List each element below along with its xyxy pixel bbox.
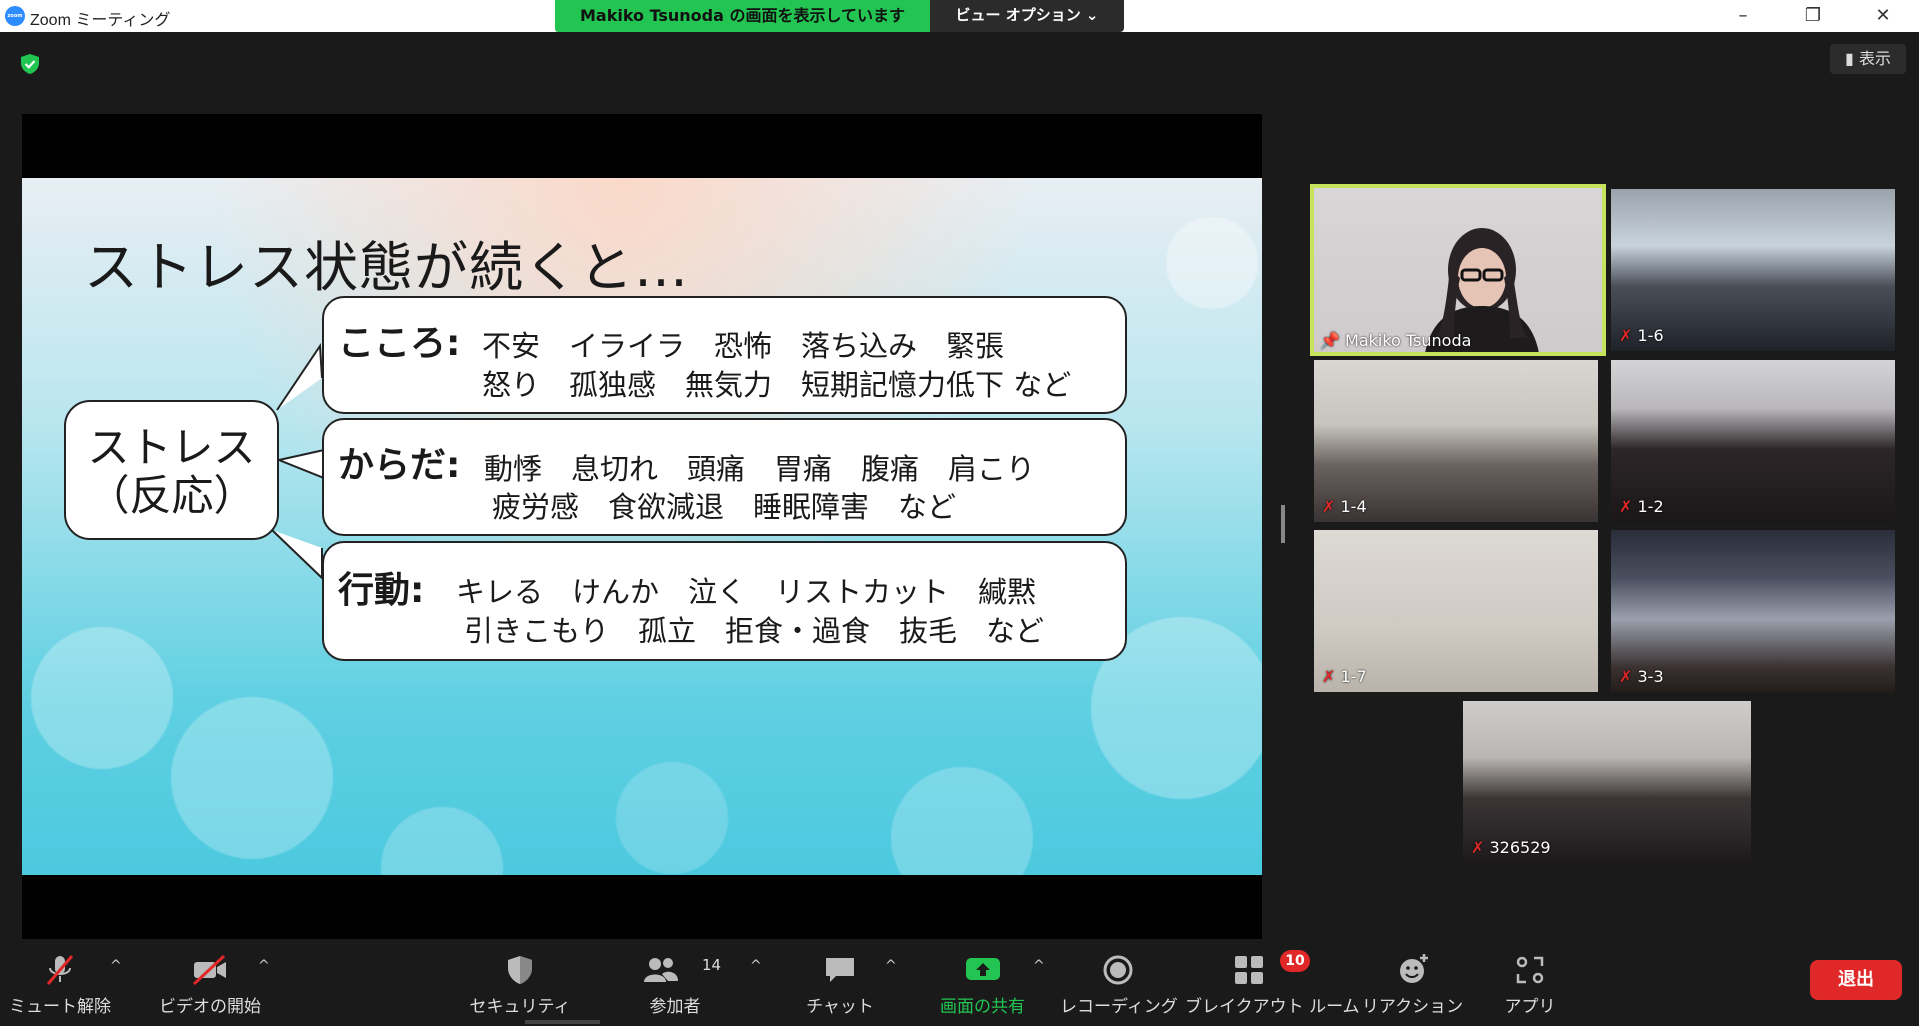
recording-button[interactable]: レコーディング [1060, 940, 1178, 1026]
apps-icon [1516, 956, 1544, 984]
unmute-label: ミュート解除 [9, 997, 111, 1017]
koudou-label: 行動: [338, 570, 425, 611]
karada-line-1: 動悸 息切れ 頭痛 胃痛 腹痛 肩こり [484, 452, 1036, 486]
chat-label: チャット [806, 997, 874, 1017]
start-video-label: ビデオの開始 [159, 997, 261, 1017]
participants-label: 参加者 [649, 997, 701, 1017]
karada-line-2: 疲労感 食欲減退 睡眠障害 など [492, 490, 957, 524]
video-tile-326529[interactable]: ✗ 326529 [1463, 701, 1751, 863]
apps-label: アプリ [1504, 997, 1556, 1017]
security-button[interactable]: セキュリティ [460, 940, 580, 1026]
leave-button[interactable]: 退出 [1810, 960, 1902, 1000]
kokoro-label: こころ: [338, 323, 461, 364]
participant-name: ✗ 1-2 [1619, 497, 1664, 516]
chat-bubble-icon [826, 958, 854, 982]
share-screen-label: 画面の共有 [940, 997, 1025, 1017]
view-toggle-button[interactable]: ▮ 表示 [1830, 44, 1906, 74]
meeting-toolbar: ミュート解除 ^ ビデオの開始 ^ セキュリティ 14 参加者 ^ チャット ^… [0, 940, 1919, 1026]
participant-name: ✗ 1-7 [1322, 667, 1367, 686]
participants-button[interactable]: 14 参加者 [620, 940, 730, 1026]
kokoro-bubble: こころ: 不安 イライラ 恐怖 落ち込み 緊張 怒り 孤独感 無気力 短期記憶力… [322, 296, 1127, 414]
apps-button[interactable]: アプリ [1480, 940, 1580, 1026]
shared-screen: ストレス状態が続くと… ストレス （反応） こころ: 不安 イライラ 恐怖 落ち… [22, 114, 1262, 939]
reaction-smiley-icon [1399, 954, 1428, 983]
kokoro-line-2: 怒り 孤独感 無気力 短期記憶力低下 など [482, 368, 1072, 402]
chat-button[interactable]: チャット [785, 940, 895, 1026]
participants-count: 14 [702, 956, 722, 974]
kokoro-line-1: 不安 イライラ 恐怖 落ち込み 緊張 [482, 329, 1005, 363]
participants-icon [643, 958, 678, 982]
video-tile-makiko[interactable]: 📌 Makiko Tsunoda [1310, 184, 1606, 356]
stress-reaction-box: ストレス （反応） [64, 400, 279, 540]
breakout-count-badge: 10 [1280, 950, 1310, 972]
share-screen-button[interactable]: 画面の共有 [925, 940, 1040, 1026]
restore-button[interactable]: ❐ [1783, 0, 1843, 32]
video-options-caret[interactable]: ^ [258, 958, 270, 974]
participants-options-caret[interactable]: ^ [750, 958, 762, 974]
recording-label: レコーディング [1060, 997, 1178, 1017]
participant-name: 📌 Makiko Tsunoda [1320, 331, 1472, 350]
window-title: Zoom ミーティング [30, 12, 171, 29]
video-tile-3-3[interactable]: ✗ 3-3 [1611, 530, 1895, 692]
reactions-button[interactable]: リアクション [1355, 940, 1470, 1026]
title-bar: zoom Zoom ミーティング Makiko Tsunoda の画面を表示して… [0, 0, 1919, 32]
panel-resize-handle[interactable] [1281, 505, 1285, 543]
karada-label: からだ: [338, 445, 461, 486]
encryption-shield-icon[interactable] [18, 52, 42, 76]
muted-mic-icon: ✗ [1619, 667, 1633, 686]
video-tile-1-4[interactable]: ✗ 1-4 [1314, 360, 1598, 522]
view-options-button[interactable]: ビュー オプション ⌄ [930, 0, 1124, 32]
participant-name: ✗ 1-4 [1322, 497, 1367, 516]
muted-mic-icon: ✗ [1322, 497, 1336, 516]
reaction-label: （反応） [87, 471, 256, 520]
share-screen-icon [965, 958, 1000, 980]
unmute-button[interactable]: ミュート解除 [0, 940, 120, 1026]
audio-options-caret[interactable]: ^ [110, 958, 122, 974]
share-options-caret[interactable]: ^ [1033, 958, 1045, 974]
stress-label: ストレス [87, 423, 256, 472]
security-shield-icon [508, 956, 532, 984]
video-tile-1-2[interactable]: ✗ 1-2 [1611, 360, 1895, 522]
muted-mic-icon: ✗ [1471, 838, 1485, 857]
breakout-rooms-icon [1235, 956, 1263, 984]
record-icon [1103, 955, 1132, 985]
participant-name: ✗ 326529 [1471, 838, 1551, 857]
close-button[interactable]: ✕ [1853, 0, 1913, 32]
muted-mic-icon: ✗ [1619, 497, 1633, 516]
koudou-line-2: 引きこもり 孤立 拒食・過食 抜毛 など [464, 614, 1045, 648]
toolbar-scroll-indicator [525, 1020, 600, 1024]
video-camera-off-icon [192, 954, 226, 986]
reactions-label: リアクション [1361, 997, 1464, 1017]
muted-mic-icon: ✗ [1322, 667, 1336, 686]
participant-name: ✗ 3-3 [1619, 667, 1664, 686]
muted-mic-icon: ✗ [1619, 326, 1633, 345]
breakout-rooms-button[interactable]: ブレイクアウト ルーム [1185, 940, 1360, 1026]
breakout-rooms-label: ブレイクアウト ルーム [1185, 997, 1360, 1017]
presentation-slide: ストレス状態が続くと… ストレス （反応） こころ: 不安 イライラ 恐怖 落ち… [22, 178, 1262, 875]
pin-icon: 📌 [1320, 331, 1340, 350]
video-tile-1-7[interactable]: ✗ 1-7 [1314, 530, 1598, 692]
koudou-line-1: キレる けんか 泣く リストカット 緘黙 [456, 575, 1037, 609]
video-tile-1-6[interactable]: ✗ 1-6 [1611, 189, 1895, 351]
microphone-muted-icon [46, 955, 74, 985]
zoom-logo-icon: zoom [5, 6, 25, 26]
koudou-bubble: 行動: キレる けんか 泣く リストカット 緘黙 引きこもり 孤立 拒食・過食 … [322, 541, 1127, 661]
chat-options-caret[interactable]: ^ [885, 958, 897, 974]
start-video-button[interactable]: ビデオの開始 [145, 940, 275, 1026]
minimize-button[interactable]: – [1713, 0, 1773, 32]
screen-share-banner: Makiko Tsunoda の画面を表示しています [555, 0, 930, 32]
participant-name: ✗ 1-6 [1619, 326, 1664, 345]
karada-bubble: からだ: 動悸 息切れ 頭痛 胃痛 腹痛 肩こり 疲労感 食欲減退 睡眠障害 な… [322, 418, 1127, 536]
security-label: セキュリティ [469, 997, 571, 1017]
